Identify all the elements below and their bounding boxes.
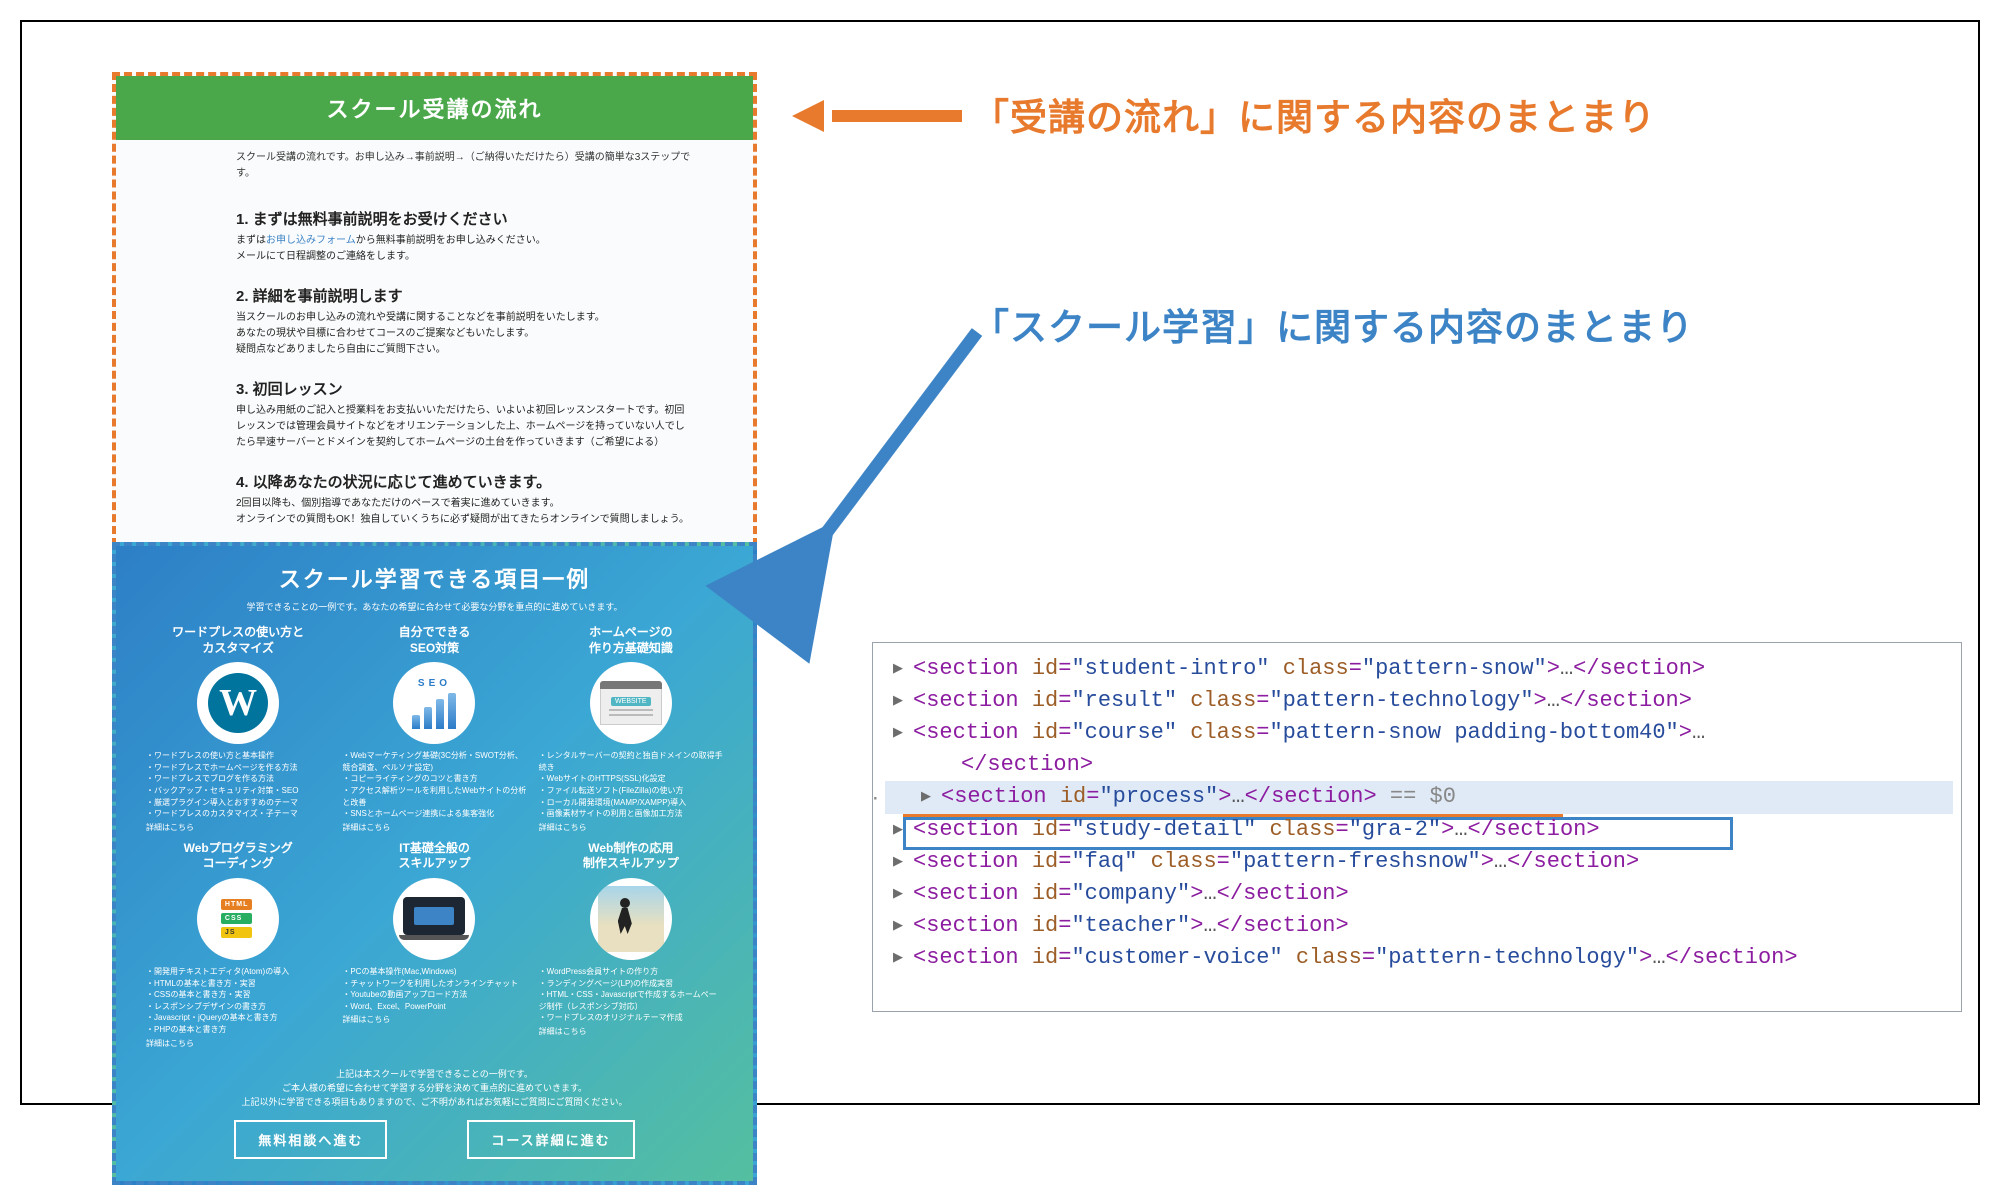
cell-title: ホームページの作り方基礎知識 <box>539 625 723 656</box>
process-step: 2. 詳細を事前説明します当スクールのお申し込みの流れや受講に関することなどを事… <box>116 279 753 372</box>
study-cell: ホームページの作り方基礎知識WEBSITEレンタルサーバーの契約と独自ドメインの… <box>539 625 723 833</box>
devtools-line[interactable]: <section id="study-detail" class="gra-2"… <box>885 814 1953 846</box>
left-column: スクール受講の流れ スクール受講の流れです。お申し込み→事前説明→（ご納得いただ… <box>112 72 757 1185</box>
study-heading: スクール学習できる項目一例 <box>116 546 753 600</box>
arrow-blue <box>792 327 992 587</box>
cell-list-item: Webマーケティング基礎(3C分析・SWOT分析、競合調査、ペルソナ設定) <box>342 750 526 773</box>
study-cell: ワードプレスの使い方とカスタマイズWワードプレスの使い方と基本操作ワードプレスで… <box>146 625 330 833</box>
process-step: 4. 以降あなたの状況に応じて進めていきます。 2回目以降も、個別指導であなただけ… <box>116 465 753 542</box>
cell-list-item: CSSの基本と書き方・実習 <box>146 989 330 1001</box>
cell-list-item: ランディングページ(LP)の作成実習 <box>539 978 723 990</box>
cell-list-item: ローカル開発環境(MAMP/XAMPP)導入 <box>539 797 723 809</box>
step-body: 当スクールのお申し込みの流れや受講に関することなどを事前説明をいたします。あなた… <box>236 310 693 358</box>
cell-list-item: ワードプレスのオリジナルテーマ作成 <box>539 1012 723 1024</box>
annotation-blue: 「スクール学習」に関する内容のまとまり <box>972 297 1694 351</box>
devtools-elements-panel[interactable]: <section id="student-intro" class="patte… <box>872 642 1962 1012</box>
cell-list-item: ワードプレスの使い方と基本操作 <box>146 750 330 762</box>
cell-list: Webマーケティング基礎(3C分析・SWOT分析、競合調査、ペルソナ設定)コピー… <box>342 750 526 820</box>
cell-list-item: ファイル転送ソフト(FileZilla)の使い方 <box>539 785 723 797</box>
cell-list-item: SNSとホームページ連携による集客強化 <box>342 808 526 820</box>
devtools-line[interactable]: <section id="result" class="pattern-tech… <box>885 685 1953 717</box>
devtools-line[interactable]: <section id="course" class="pattern-snow… <box>885 717 1953 749</box>
cell-list-item: HTMLの基本と書き方・実習 <box>146 978 330 990</box>
cell-title: IT基礎全般のスキルアップ <box>342 841 526 872</box>
devtools-line[interactable]: </section> <box>885 749 1953 781</box>
step-title: 3. 初回レッスン <box>236 378 693 399</box>
cell-list-item: チャットワークを利用したオンラインチャット <box>342 978 526 990</box>
arrow-orange <box>792 100 962 132</box>
step-title: 2. 詳細を事前説明します <box>236 285 693 306</box>
study-cell: WebプログラミングコーディングHTMLCSSJS開発用テキストエディタ(Ato… <box>146 841 330 1049</box>
consult-button[interactable]: 無料相談へ進む <box>234 1120 387 1159</box>
devtools-line[interactable]: <section id="teacher">…</section> <box>885 910 1953 942</box>
process-section-screenshot: スクール受講の流れ スクール受講の流れです。お申し込み→事前説明→（ご納得いただ… <box>112 72 757 546</box>
cell-list-item: Youtubeの動画アップロード方法 <box>342 989 526 1001</box>
cell-icon: WEBSITE <box>590 662 672 744</box>
cell-list: WordPress会員サイトの作り方ランディングページ(LP)の作成実習HTML… <box>539 966 723 1024</box>
cell-icon: SEO <box>393 662 475 744</box>
step-body: まずはお申し込みフォームから無料事前説明をお申し込みください。メールにて日程調整… <box>236 233 693 265</box>
cell-list: PCの基本操作(Mac,Windows)チャットワークを利用したオンラインチャッ… <box>342 966 526 1012</box>
course-detail-button[interactable]: コース詳細に進む <box>467 1120 634 1159</box>
study-cell: IT基礎全般のスキルアップ PCの基本操作(Mac,Windows)チャットワーク… <box>342 841 526 1049</box>
cell-icon <box>393 878 475 960</box>
cell-list: 開発用テキストエディタ(Atom)の導入HTMLの基本と書き方・実習CSSの基本… <box>146 966 330 1036</box>
more-link[interactable]: 詳細はこちら <box>342 1014 526 1025</box>
step-title: 1. まずは無料事前説明をお受けください <box>236 208 693 229</box>
cell-title: 自分でできるSEO対策 <box>342 625 526 656</box>
cell-list-item: Word、Excel、PowerPoint <box>342 1001 526 1013</box>
cell-icon: W <box>197 662 279 744</box>
step-title: 4. 以降あなたの状況に応じて進めていきます。 <box>236 471 693 492</box>
cell-title: ワードプレスの使い方とカスタマイズ <box>146 625 330 656</box>
study-cell: 自分でできるSEO対策SEOWebマーケティング基礎(3C分析・SWOT分析、競… <box>342 625 526 833</box>
study-section-screenshot: スクール学習できる項目一例 学習できることの一例です。あなたの希望に合わせて必要… <box>112 542 757 1185</box>
cell-list-item: ワードプレスのカスタマイズ・子テーマ <box>146 808 330 820</box>
apply-link[interactable]: お申し込みフォーム <box>266 235 356 246</box>
more-link[interactable]: 詳細はこちら <box>146 822 330 833</box>
button-row: 無料相談へ進む コース詳細に進む <box>116 1120 753 1181</box>
cell-list-item: ワードプレスでホームページを作る方法 <box>146 762 330 774</box>
cell-list-item: レスポンシブデザインの書き方 <box>146 1001 330 1013</box>
cell-title: Web制作の応用制作スキルアップ <box>539 841 723 872</box>
cell-title: Webプログラミングコーディング <box>146 841 330 872</box>
cell-list-item: PHPの基本と書き方 <box>146 1024 330 1036</box>
devtools-line[interactable]: <section id="student-intro" class="patte… <box>885 653 1953 685</box>
cell-list-item: コピーライティングのコツと書き方 <box>342 773 526 785</box>
more-link[interactable]: 詳細はこちら <box>342 822 526 833</box>
more-link[interactable]: 詳細はこちら <box>539 1026 723 1037</box>
cell-list: ワードプレスの使い方と基本操作ワードプレスでホームページを作る方法ワードプレスで… <box>146 750 330 820</box>
cell-list-item: PCの基本操作(Mac,Windows) <box>342 966 526 978</box>
devtools-line[interactable]: <section id="faq" class="pattern-freshsn… <box>885 846 1953 878</box>
study-footer-text: 上記は本スクールで学習できることの一例です。ご本人様の希望に合わせて学習する分野… <box>116 1063 753 1120</box>
cell-list-item: レンタルサーバーの契約と独自ドメインの取得手続き <box>539 750 723 773</box>
cell-icon: HTMLCSSJS <box>197 878 279 960</box>
cell-icon <box>590 878 672 960</box>
cell-list-item: WordPress会員サイトの作り方 <box>539 966 723 978</box>
cell-list-item: 画像素材サイトの利用と画像加工方法 <box>539 808 723 820</box>
process-step: 3. 初回レッスン申し込み用紙のご記入と授業料をお支払いいただけたら、いよいよ初… <box>116 372 753 465</box>
step-body: 申し込み用紙のご記入と授業料をお支払いいただけたら、いよいよ初回レッスンスタート… <box>236 403 693 451</box>
cell-list-item: バックアップ・セキュリティ対策・SEO <box>146 785 330 797</box>
study-cell: Web制作の応用制作スキルアップ WordPress会員サイトの作り方ランディング… <box>539 841 723 1049</box>
cell-list-item: 厳選プラグイン導入とおすすめのテーマ <box>146 797 330 809</box>
annotation-orange: 「受講の流れ」に関する内容のまとまり <box>972 87 1656 141</box>
more-link[interactable]: 詳細はこちら <box>146 1038 330 1049</box>
devtools-line[interactable]: ⋯<section id="process">…</section> == $0 <box>885 781 1953 813</box>
process-step: 1. まずは無料事前説明をお受けくださいまずはお申し込みフォームから無料事前説明… <box>116 202 753 279</box>
devtools-line[interactable]: <section id="customer-voice" class="patt… <box>885 942 1953 974</box>
more-link[interactable]: 詳細はこちら <box>539 822 723 833</box>
cell-list-item: アクセス解析ツールを利用したWebサイトの分析と改善 <box>342 785 526 808</box>
cell-list: レンタルサーバーの契約と独自ドメインの取得手続きWebサイトのHTTPS(SSL… <box>539 750 723 820</box>
cell-list-item: Javascript・jQueryの基本と書き方 <box>146 1012 330 1024</box>
study-sub: 学習できることの一例です。あなたの希望に合わせて必要な分野を重点的に進めていきま… <box>116 600 753 625</box>
process-heading: スクール受講の流れ <box>116 76 753 140</box>
step-body: 2回目以降も、個別指導であなただけのペースで着実に進めていきます。オンラインでの… <box>236 496 693 528</box>
cell-list-item: ワードプレスでブログを作る方法 <box>146 773 330 785</box>
slide-frame: スクール受講の流れ スクール受講の流れです。お申し込み→事前説明→（ご納得いただ… <box>20 20 1980 1105</box>
cell-list-item: WebサイトのHTTPS(SSL)化設定 <box>539 773 723 785</box>
cell-list-item: HTML・CSS・Javascriptで作成するホームページ制作（レスポンシブ対… <box>539 989 723 1012</box>
cell-list-item: 開発用テキストエディタ(Atom)の導入 <box>146 966 330 978</box>
devtools-line[interactable]: <section id="company">…</section> <box>885 878 1953 910</box>
process-intro: スクール受講の流れです。お申し込み→事前説明→（ご納得いただけたら）受講の簡単な… <box>116 140 753 202</box>
